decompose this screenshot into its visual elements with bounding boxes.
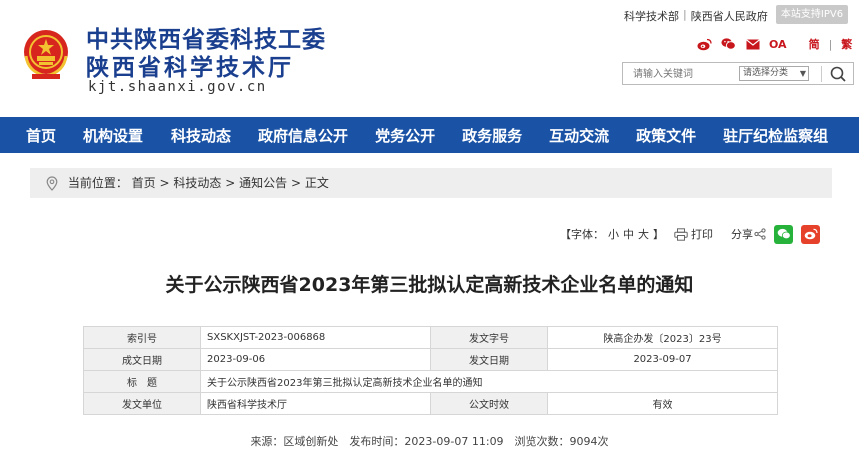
article-source-line: 来源：区域创新处 发布时间：2023-09-07 11:09 浏览次数：9094… bbox=[250, 435, 609, 448]
meta-value: 关于公示陕西省2023年第三批拟认定高新技术企业名单的通知 bbox=[200, 370, 778, 393]
table-row: 索引号 SXSKXJST-2023-006868 发文字号 陕高企办发〔2023… bbox=[83, 326, 778, 349]
breadcrumb-home[interactable]: 首页 bbox=[132, 176, 156, 190]
meta-label: 成文日期 bbox=[83, 348, 201, 371]
font-medium-button[interactable]: 中 bbox=[623, 226, 634, 242]
font-size-close: 】 bbox=[653, 228, 664, 241]
mail-icon[interactable] bbox=[745, 37, 760, 52]
share-label: 分享 bbox=[731, 228, 753, 241]
link-most[interactable]: 科学技术部 bbox=[624, 8, 679, 24]
breadcrumb-notices[interactable]: 通知公告 bbox=[239, 176, 287, 190]
meta-label: 索引号 bbox=[83, 326, 201, 349]
article-title: 关于公示陕西省2023年第三批拟认定高新技术企业名单的通知 bbox=[165, 274, 694, 296]
weibo-icon bbox=[804, 228, 818, 240]
meta-value: 2023-09-06 bbox=[200, 348, 431, 371]
meta-label: 公文时效 bbox=[430, 392, 548, 415]
nav-item-interaction[interactable]: 互动交流 bbox=[549, 125, 609, 146]
search-divider bbox=[821, 66, 822, 82]
link-shaanxi-gov[interactable]: 陕西省人民政府 bbox=[691, 8, 768, 24]
wechat-icon[interactable] bbox=[721, 37, 736, 52]
print-button[interactable]: 打印 bbox=[691, 226, 713, 242]
national-emblem-icon[interactable] bbox=[20, 26, 72, 82]
meta-value: 有效 bbox=[547, 392, 778, 415]
chevron-down-icon: ▼ bbox=[799, 69, 806, 78]
breadcrumb-sep: > bbox=[290, 176, 302, 190]
lang-separator: | bbox=[828, 37, 833, 51]
nav-item-services[interactable]: 政务服务 bbox=[462, 125, 522, 146]
nav-item-party-affairs[interactable]: 党务公开 bbox=[375, 125, 435, 146]
nav-item-gov-info[interactable]: 政府信息公开 bbox=[258, 125, 348, 146]
meta-label: 标 题 bbox=[83, 370, 201, 393]
meta-label: 发文日期 bbox=[430, 348, 548, 371]
meta-value: SXSKXJST-2023-006868 bbox=[200, 326, 431, 349]
meta-value: 陕高企办发〔2023〕23号 bbox=[547, 326, 778, 349]
search-input[interactable] bbox=[633, 66, 733, 82]
breadcrumb-current: 正文 bbox=[304, 176, 329, 190]
font-small-button[interactable]: 小 bbox=[608, 226, 619, 242]
site-title-line2[interactable]: 陕西省科学技术厅 bbox=[86, 48, 294, 82]
link-separator: | bbox=[683, 8, 687, 21]
article-tools: 【字体： 小 中 大 】 打印 分享 bbox=[560, 223, 824, 245]
nav-item-home[interactable]: 首页 bbox=[26, 125, 56, 146]
oa-link[interactable]: OA bbox=[769, 38, 787, 51]
font-large-button[interactable]: 大 bbox=[638, 226, 649, 242]
wechat-icon bbox=[777, 228, 791, 240]
ipv6-badge: 本站支持IPV6 bbox=[776, 5, 848, 24]
category-select[interactable]: 请选择分类 ▼ bbox=[739, 66, 809, 81]
share-wechat-button[interactable] bbox=[774, 224, 793, 244]
header-icons: OA 简 | 繁 bbox=[697, 36, 852, 52]
breadcrumb-sep: > bbox=[225, 176, 236, 190]
share-weibo-button[interactable] bbox=[801, 224, 820, 244]
traditional-chinese-link[interactable]: 繁 bbox=[841, 36, 852, 52]
share-icon bbox=[754, 228, 766, 240]
table-row: 标 题 关于公示陕西省2023年第三批拟认定高新技术企业名单的通知 bbox=[83, 370, 778, 393]
search-box: 请选择分类 ▼ bbox=[622, 62, 854, 85]
search-icon[interactable] bbox=[827, 64, 849, 84]
font-size-label: 【字体： bbox=[560, 228, 604, 241]
top-links: 科学技术部 | 陕西省人民政府 bbox=[624, 8, 768, 24]
simplified-chinese-link[interactable]: 简 bbox=[809, 36, 820, 52]
meta-label: 发文字号 bbox=[430, 326, 548, 349]
weibo-icon[interactable] bbox=[697, 37, 712, 52]
printer-icon[interactable] bbox=[674, 227, 688, 241]
meta-value: 陕西省科学技术厅 bbox=[200, 392, 431, 415]
site-header: 中共陕西省委科技工委 陕西省科学技术厅 kjt.shaanxi.gov.cn 科… bbox=[0, 0, 859, 117]
meta-label: 发文单位 bbox=[83, 392, 201, 415]
breadcrumb: 当前位置： 首页 > 科技动态 > 通知公告 > 正文 bbox=[30, 168, 832, 198]
location-pin-icon bbox=[46, 176, 58, 191]
document-meta-table: 索引号 SXSKXJST-2023-006868 发文字号 陕高企办发〔2023… bbox=[83, 326, 778, 415]
table-row: 发文单位 陕西省科学技术厅 公文时效 有效 bbox=[83, 392, 778, 415]
category-select-value: 请选择分类 bbox=[743, 68, 789, 78]
breadcrumb-news[interactable]: 科技动态 bbox=[173, 176, 221, 190]
nav-item-news[interactable]: 科技动态 bbox=[171, 125, 231, 146]
nav-item-organization[interactable]: 机构设置 bbox=[83, 125, 143, 146]
site-domain: kjt.shaanxi.gov.cn bbox=[88, 79, 267, 95]
main-nav: 首页 机构设置 科技动态 政府信息公开 党务公开 政务服务 互动交流 政策文件 … bbox=[0, 117, 859, 153]
breadcrumb-prefix: 当前位置： bbox=[67, 176, 128, 190]
breadcrumb-sep: > bbox=[159, 176, 170, 190]
table-row: 成文日期 2023-09-06 发文日期 2023-09-07 bbox=[83, 348, 778, 371]
meta-value: 2023-09-07 bbox=[547, 348, 778, 371]
nav-item-discipline[interactable]: 驻厅纪检监察组 bbox=[723, 125, 828, 146]
nav-item-policies[interactable]: 政策文件 bbox=[636, 125, 696, 146]
